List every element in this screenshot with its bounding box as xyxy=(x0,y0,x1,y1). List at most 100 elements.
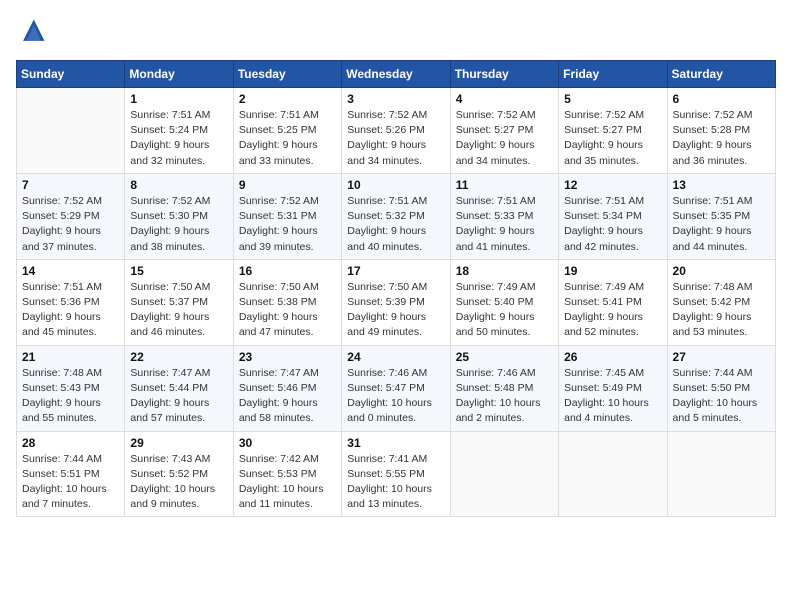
day-number: 13 xyxy=(673,178,770,192)
day-cell: 31 Sunrise: 7:41 AMSunset: 5:55 PMDayligh… xyxy=(342,431,450,517)
day-cell: 20Sunrise: 7:48 AMSunset: 5:42 PMDayligh… xyxy=(667,259,775,345)
day-cell: 6Sunrise: 7:52 AMSunset: 5:28 PMDaylight… xyxy=(667,88,775,174)
day-number: 2 xyxy=(239,92,336,106)
day-info: Sunrise: 7:51 AMSunset: 5:32 PMDaylight:… xyxy=(347,194,444,255)
week-row-2: 7 Sunrise: 7:52 AMSunset: 5:29 PMDaylight… xyxy=(17,173,776,259)
week-row-5: 28 Sunrise: 7:44 AMSunset: 5:51 PMDayligh… xyxy=(17,431,776,517)
page-header xyxy=(16,16,776,48)
day-number: 5 xyxy=(564,92,661,106)
day-number: 11 xyxy=(456,178,553,192)
day-cell: 30 Sunrise: 7:42 AMSunset: 5:53 PMDayligh… xyxy=(233,431,341,517)
day-cell: 2 Sunrise: 7:51 AMSunset: 5:25 PMDaylight… xyxy=(233,88,341,174)
day-number: 27 xyxy=(673,350,770,364)
day-cell: 15 Sunrise: 7:50 AMSunset: 5:37 PMDayligh… xyxy=(125,259,233,345)
weekday-header-tuesday: Tuesday xyxy=(233,61,341,88)
day-cell: 17 Sunrise: 7:50 AMSunset: 5:39 PMDayligh… xyxy=(342,259,450,345)
day-cell: 23 Sunrise: 7:47 AMSunset: 5:46 PMDayligh… xyxy=(233,345,341,431)
day-cell xyxy=(667,431,775,517)
day-cell xyxy=(450,431,558,517)
day-number: 25 xyxy=(456,350,553,364)
week-row-3: 14Sunrise: 7:51 AMSunset: 5:36 PMDayligh… xyxy=(17,259,776,345)
day-info: Sunrise: 7:52 AMSunset: 5:26 PMDaylight:… xyxy=(347,108,444,169)
day-number: 15 xyxy=(130,264,227,278)
day-number: 6 xyxy=(673,92,770,106)
day-cell: 3 Sunrise: 7:52 AMSunset: 5:26 PMDaylight… xyxy=(342,88,450,174)
day-cell: 28 Sunrise: 7:44 AMSunset: 5:51 PMDayligh… xyxy=(17,431,125,517)
week-row-1: 1 Sunrise: 7:51 AMSunset: 5:24 PMDaylight… xyxy=(17,88,776,174)
day-number: 21 xyxy=(22,350,119,364)
day-cell: 26 Sunrise: 7:45 AMSunset: 5:49 PMDayligh… xyxy=(559,345,667,431)
day-info: Sunrise: 7:44 AMSunset: 5:51 PMDaylight:… xyxy=(22,452,119,513)
day-cell xyxy=(559,431,667,517)
day-info: Sunrise: 7:51 AMSunset: 5:24 PMDaylight:… xyxy=(130,108,227,169)
day-info: Sunrise: 7:50 AMSunset: 5:39 PMDaylight:… xyxy=(347,280,444,341)
day-cell: 13Sunrise: 7:51 AMSunset: 5:35 PMDayligh… xyxy=(667,173,775,259)
day-number: 10 xyxy=(347,178,444,192)
day-info: Sunrise: 7:48 AMSunset: 5:42 PMDaylight:… xyxy=(673,280,770,341)
weekday-header-wednesday: Wednesday xyxy=(342,61,450,88)
day-info: Sunrise: 7:49 AMSunset: 5:40 PMDaylight:… xyxy=(456,280,553,341)
day-number: 17 xyxy=(347,264,444,278)
day-cell: 12 Sunrise: 7:51 AMSunset: 5:34 PMDayligh… xyxy=(559,173,667,259)
day-number: 28 xyxy=(22,436,119,450)
logo xyxy=(16,16,52,48)
day-info: Sunrise: 7:50 AMSunset: 5:37 PMDaylight:… xyxy=(130,280,227,341)
day-number: 24 xyxy=(347,350,444,364)
day-info: Sunrise: 7:49 AMSunset: 5:41 PMDaylight:… xyxy=(564,280,661,341)
day-number: 8 xyxy=(130,178,227,192)
day-cell: 24 Sunrise: 7:46 AMSunset: 5:47 PMDayligh… xyxy=(342,345,450,431)
day-cell: 4Sunrise: 7:52 AMSunset: 5:27 PMDaylight… xyxy=(450,88,558,174)
day-info: Sunrise: 7:45 AMSunset: 5:49 PMDaylight:… xyxy=(564,366,661,427)
day-cell: 7 Sunrise: 7:52 AMSunset: 5:29 PMDaylight… xyxy=(17,173,125,259)
day-info: Sunrise: 7:51 AMSunset: 5:34 PMDaylight:… xyxy=(564,194,661,255)
day-cell: 8Sunrise: 7:52 AMSunset: 5:30 PMDaylight… xyxy=(125,173,233,259)
day-info: Sunrise: 7:50 AMSunset: 5:38 PMDaylight:… xyxy=(239,280,336,341)
day-cell: 11 Sunrise: 7:51 AMSunset: 5:33 PMDayligh… xyxy=(450,173,558,259)
weekday-header-row: SundayMondayTuesdayWednesdayThursdayFrid… xyxy=(17,61,776,88)
day-cell: 27 Sunrise: 7:44 AMSunset: 5:50 PMDayligh… xyxy=(667,345,775,431)
day-info: Sunrise: 7:51 AMSunset: 5:36 PMDaylight:… xyxy=(22,280,119,341)
day-cell: 21 Sunrise: 7:48 AMSunset: 5:43 PMDayligh… xyxy=(17,345,125,431)
day-number: 7 xyxy=(22,178,119,192)
day-cell xyxy=(17,88,125,174)
day-number: 23 xyxy=(239,350,336,364)
day-number: 16 xyxy=(239,264,336,278)
day-number: 26 xyxy=(564,350,661,364)
weekday-header-friday: Friday xyxy=(559,61,667,88)
day-info: Sunrise: 7:42 AMSunset: 5:53 PMDaylight:… xyxy=(239,452,336,513)
day-number: 22 xyxy=(130,350,227,364)
day-cell: 22 Sunrise: 7:47 AMSunset: 5:44 PMDayligh… xyxy=(125,345,233,431)
day-number: 3 xyxy=(347,92,444,106)
logo-icon xyxy=(16,16,48,48)
day-number: 30 xyxy=(239,436,336,450)
day-number: 19 xyxy=(564,264,661,278)
day-info: Sunrise: 7:48 AMSunset: 5:43 PMDaylight:… xyxy=(22,366,119,427)
day-number: 4 xyxy=(456,92,553,106)
day-number: 31 xyxy=(347,436,444,450)
day-info: Sunrise: 7:52 AMSunset: 5:27 PMDaylight:… xyxy=(564,108,661,169)
day-info: Sunrise: 7:51 AMSunset: 5:25 PMDaylight:… xyxy=(239,108,336,169)
day-cell: 1 Sunrise: 7:51 AMSunset: 5:24 PMDaylight… xyxy=(125,88,233,174)
day-cell: 25Sunrise: 7:46 AMSunset: 5:48 PMDayligh… xyxy=(450,345,558,431)
day-cell: 19 Sunrise: 7:49 AMSunset: 5:41 PMDayligh… xyxy=(559,259,667,345)
day-cell: 16 Sunrise: 7:50 AMSunset: 5:38 PMDayligh… xyxy=(233,259,341,345)
day-number: 18 xyxy=(456,264,553,278)
week-row-4: 21 Sunrise: 7:48 AMSunset: 5:43 PMDayligh… xyxy=(17,345,776,431)
day-info: Sunrise: 7:46 AMSunset: 5:47 PMDaylight:… xyxy=(347,366,444,427)
day-info: Sunrise: 7:41 AMSunset: 5:55 PMDaylight:… xyxy=(347,452,444,513)
day-info: Sunrise: 7:47 AMSunset: 5:44 PMDaylight:… xyxy=(130,366,227,427)
day-number: 1 xyxy=(130,92,227,106)
day-info: Sunrise: 7:52 AMSunset: 5:31 PMDaylight:… xyxy=(239,194,336,255)
day-number: 29 xyxy=(130,436,227,450)
day-info: Sunrise: 7:47 AMSunset: 5:46 PMDaylight:… xyxy=(239,366,336,427)
day-number: 9 xyxy=(239,178,336,192)
day-info: Sunrise: 7:44 AMSunset: 5:50 PMDaylight:… xyxy=(673,366,770,427)
day-number: 12 xyxy=(564,178,661,192)
day-info: Sunrise: 7:51 AMSunset: 5:33 PMDaylight:… xyxy=(456,194,553,255)
calendar-table: SundayMondayTuesdayWednesdayThursdayFrid… xyxy=(16,60,776,517)
weekday-header-monday: Monday xyxy=(125,61,233,88)
day-info: Sunrise: 7:52 AMSunset: 5:29 PMDaylight:… xyxy=(22,194,119,255)
day-cell: 18 Sunrise: 7:49 AMSunset: 5:40 PMDayligh… xyxy=(450,259,558,345)
day-cell: 14Sunrise: 7:51 AMSunset: 5:36 PMDayligh… xyxy=(17,259,125,345)
day-cell: 5 Sunrise: 7:52 AMSunset: 5:27 PMDaylight… xyxy=(559,88,667,174)
